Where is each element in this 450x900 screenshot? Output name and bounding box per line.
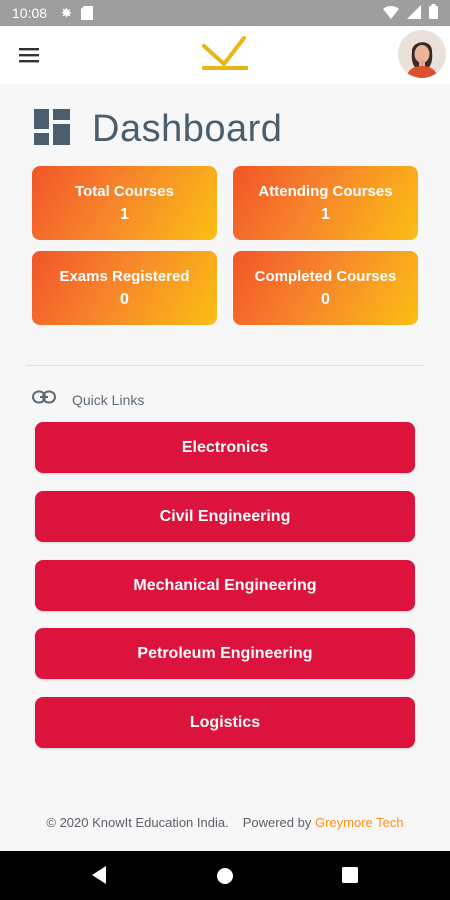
stat-value: 0 bbox=[321, 290, 330, 308]
system-nav-bar bbox=[0, 851, 450, 900]
wifi-icon bbox=[383, 5, 399, 22]
stat-label: Attending Courses bbox=[258, 182, 393, 200]
dashboard-grid-icon bbox=[34, 109, 70, 150]
quick-link-electronics[interactable]: Electronics bbox=[35, 422, 415, 473]
quick-links-title: Quick Links bbox=[72, 391, 145, 408]
knowit-logo bbox=[198, 34, 252, 74]
page-title: Dashboard bbox=[92, 108, 283, 150]
copyright-text: © 2020 KnowIt Education India. bbox=[46, 815, 229, 830]
settings-icon bbox=[59, 6, 73, 20]
quick-link-petroleum-engineering[interactable]: Petroleum Engineering bbox=[35, 628, 415, 679]
quick-link-mechanical-engineering[interactable]: Mechanical Engineering bbox=[35, 560, 415, 611]
quick-links-header: Quick Links bbox=[32, 390, 144, 409]
stat-value: 0 bbox=[120, 290, 129, 308]
stat-card-exams-registered[interactable]: Exams Registered 0 bbox=[32, 251, 217, 325]
powered-by-text: Powered by bbox=[242, 815, 312, 830]
link-icon bbox=[32, 390, 56, 409]
powered-by-link[interactable]: Greymore Tech bbox=[315, 815, 404, 830]
back-icon[interactable] bbox=[90, 865, 108, 890]
home-icon[interactable] bbox=[216, 867, 234, 890]
recents-icon[interactable] bbox=[342, 867, 358, 888]
quick-link-civil-engineering[interactable]: Civil Engineering bbox=[35, 491, 415, 542]
app-bar bbox=[0, 26, 450, 84]
stat-label: Exams Registered bbox=[59, 267, 190, 285]
quick-link-logistics[interactable]: Logistics bbox=[35, 697, 415, 748]
status-time: 10:08 bbox=[12, 5, 48, 21]
stat-value: 1 bbox=[321, 205, 330, 223]
sd-card-icon bbox=[81, 6, 94, 20]
dashboard-header: Dashboard bbox=[34, 108, 282, 151]
stat-card-total-courses[interactable]: Total Courses 1 bbox=[32, 166, 217, 240]
divider bbox=[26, 365, 424, 366]
stat-label: Completed Courses bbox=[254, 267, 397, 285]
stat-value: 1 bbox=[120, 205, 129, 223]
stat-label: Total Courses bbox=[75, 182, 174, 200]
stat-card-attending-courses[interactable]: Attending Courses 1 bbox=[233, 166, 418, 240]
signal-icon bbox=[407, 4, 421, 22]
battery-icon bbox=[429, 4, 438, 22]
stat-card-completed-courses[interactable]: Completed Courses 0 bbox=[233, 251, 418, 325]
user-avatar[interactable] bbox=[398, 30, 446, 78]
status-bar: 10:08 bbox=[0, 0, 450, 26]
hamburger-menu-icon[interactable] bbox=[12, 40, 46, 70]
footer: © 2020 KnowIt Education India. Powered b… bbox=[0, 815, 450, 830]
